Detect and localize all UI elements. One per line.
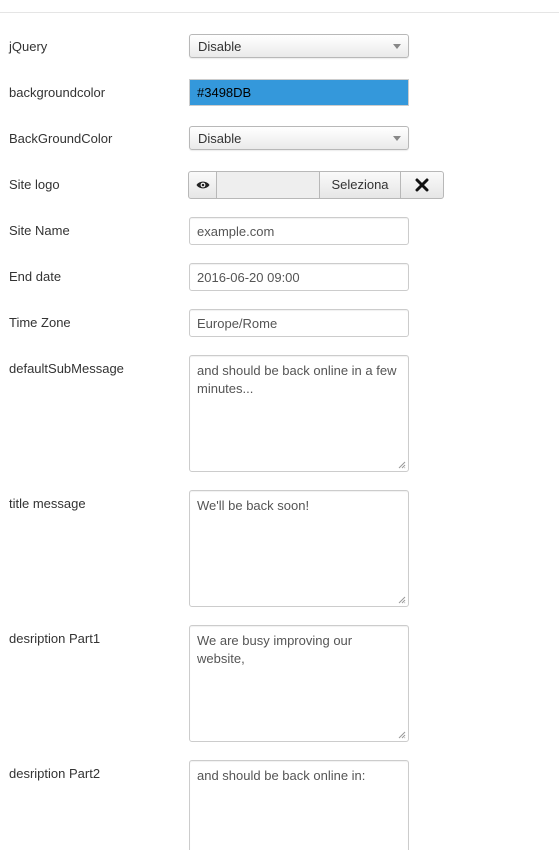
- end-date-label: End date: [9, 269, 62, 284]
- description-part1-label: desription Part1: [9, 631, 101, 646]
- jquery-label: jQuery: [9, 39, 48, 54]
- site-logo-media-field: Seleziona: [188, 171, 444, 199]
- site-name-label: Site Name: [9, 223, 70, 238]
- eye-icon: [196, 181, 210, 189]
- backgroundcolor-label: backgroundcolor: [9, 85, 106, 100]
- background-color-select-value: Disable: [198, 131, 242, 146]
- title-message-text: We'll be back soon!: [197, 498, 310, 513]
- title-message-textarea[interactable]: We'll be back soon!: [189, 490, 409, 607]
- preview-button[interactable]: [188, 171, 217, 199]
- jquery-select-value: Disable: [198, 39, 242, 54]
- time-zone-input[interactable]: Europe/Rome: [189, 309, 409, 337]
- top-divider: [0, 12, 559, 13]
- description-part2-text: and should be back online in:: [197, 768, 366, 783]
- background-color-select-label: BackGroundColor: [9, 131, 113, 146]
- chevron-down-icon: [393, 44, 401, 49]
- title-message-label: title message: [9, 496, 86, 511]
- resize-handle-icon[interactable]: [398, 461, 406, 469]
- default-sub-message-text: and should be back online in a few minut…: [197, 363, 397, 396]
- time-zone-label: Time Zone: [9, 315, 71, 330]
- select-image-button[interactable]: Seleziona: [319, 171, 401, 199]
- resize-handle-icon[interactable]: [398, 596, 406, 604]
- site-logo-path-input[interactable]: [216, 171, 320, 199]
- end-date-input[interactable]: 2016-06-20 09:00: [189, 263, 409, 291]
- site-logo-label: Site logo: [9, 177, 60, 192]
- backgroundcolor-input[interactable]: #3498DB: [189, 79, 409, 106]
- site-name-input[interactable]: example.com: [189, 217, 409, 245]
- chevron-down-icon: [393, 136, 401, 141]
- description-part2-textarea[interactable]: and should be back online in:: [189, 760, 409, 850]
- default-sub-message-label: defaultSubMessage: [9, 361, 124, 376]
- description-part1-textarea[interactable]: We are busy improving our website,: [189, 625, 409, 742]
- background-color-select[interactable]: Disable: [189, 126, 409, 150]
- clear-image-button[interactable]: [400, 171, 444, 199]
- default-sub-message-textarea[interactable]: and should be back online in a few minut…: [189, 355, 409, 472]
- description-part1-text: We are busy improving our website,: [197, 633, 353, 666]
- close-icon: [415, 178, 429, 192]
- description-part2-label: desription Part2: [9, 766, 101, 781]
- jquery-select[interactable]: Disable: [189, 34, 409, 58]
- resize-handle-icon[interactable]: [398, 731, 406, 739]
